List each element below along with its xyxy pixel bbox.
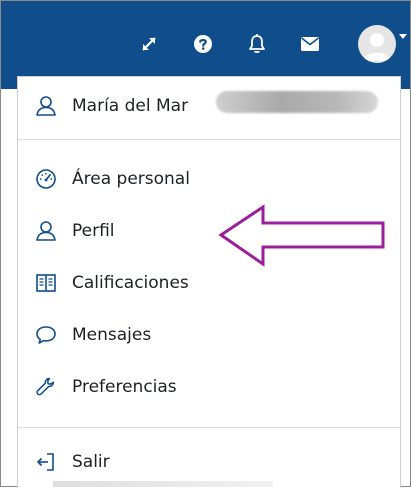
- envelope-icon[interactable]: [297, 31, 323, 57]
- redacted-name-blur: [216, 91, 378, 113]
- expand-icon[interactable]: [136, 31, 162, 57]
- help-icon[interactable]: [190, 31, 216, 57]
- menu-item-label: Área personal: [72, 169, 190, 189]
- menu-divider: [18, 427, 400, 428]
- menu-item-area-personal[interactable]: Área personal: [18, 155, 400, 203]
- menu-item-label: Mensajes: [72, 325, 152, 345]
- dashboard-gauge-icon: [35, 168, 57, 190]
- sign-out-icon: [35, 451, 57, 473]
- menu-divider: [18, 139, 400, 140]
- menu-item-label: Perfil: [72, 221, 115, 241]
- menu-item-label: Calificaciones: [72, 273, 189, 293]
- avatar[interactable]: [358, 25, 396, 63]
- user-icon: [35, 95, 57, 117]
- wrench-icon: [35, 376, 57, 398]
- browser-frame: María del Mar Área personal Perfil Calif…: [0, 0, 411, 488]
- user-name-label: María del Mar: [72, 96, 189, 116]
- menu-item-salir[interactable]: Salir: [18, 438, 400, 486]
- menu-item-mensajes[interactable]: Mensajes: [18, 311, 400, 359]
- annotation-arrow-icon: [218, 204, 385, 267]
- user-menu-dropdown: María del Mar Área personal Perfil Calif…: [17, 76, 401, 488]
- user-icon: [35, 220, 57, 242]
- bell-icon[interactable]: [244, 31, 270, 57]
- menu-item-preferencias[interactable]: Preferencias: [18, 363, 400, 411]
- chevron-down-icon[interactable]: [399, 34, 407, 39]
- menu-item-label: Salir: [72, 452, 110, 472]
- cutoff-text-fragment: [53, 481, 273, 487]
- menu-item-label: Preferencias: [72, 377, 177, 397]
- grades-book-icon: [35, 272, 57, 294]
- speech-bubble-icon: [35, 324, 57, 346]
